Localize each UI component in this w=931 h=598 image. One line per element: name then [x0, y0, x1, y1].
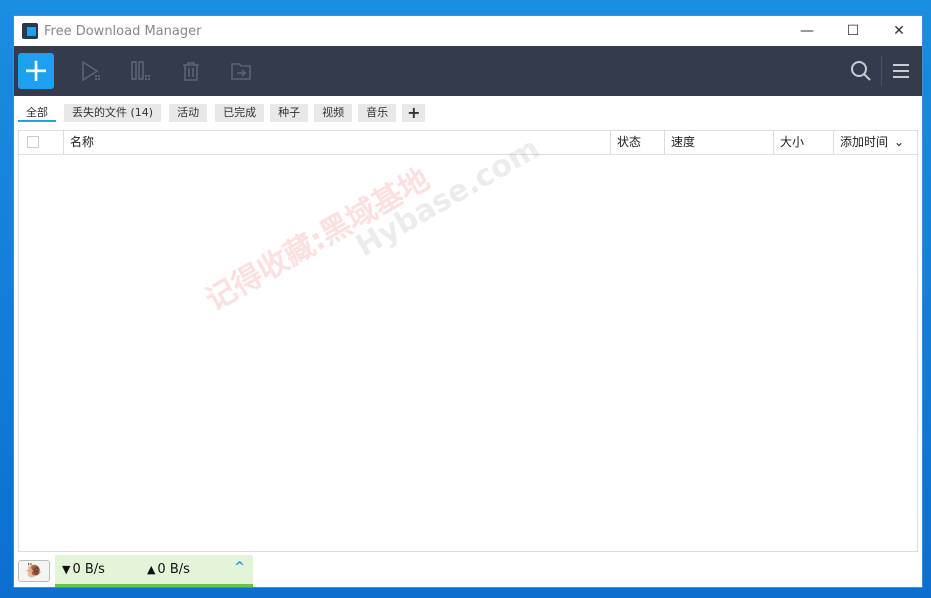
tab-completed[interactable]: 已完成 — [215, 104, 265, 122]
column-name[interactable]: 名称 — [64, 131, 611, 154]
column-speed[interactable]: 速度 — [665, 131, 774, 154]
upload-speed: 0 B/s — [157, 562, 190, 577]
move-folder-icon — [231, 63, 251, 80]
tab-video[interactable]: 视频 — [314, 104, 353, 122]
add-tab-button[interactable]: + — [402, 104, 426, 122]
add-download-button[interactable]: + — [18, 53, 54, 89]
tab-torrents[interactable]: 种子 — [270, 104, 309, 122]
speed-panel[interactable]: ▼ 0 B/s ▲ 0 B/s ^ — [55, 555, 253, 587]
app-window: Free Download Manager — ☐ ✕ + 全部 丢失的文件 (… — [13, 15, 923, 588]
maximize-button[interactable]: ☐ — [830, 16, 876, 46]
upload-arrow-icon: ▲ — [146, 563, 156, 576]
tab-music[interactable]: 音乐 — [358, 104, 397, 122]
toolbar: + — [14, 46, 922, 96]
pause-button[interactable] — [126, 56, 156, 86]
app-logo-icon — [22, 23, 38, 39]
close-button[interactable]: ✕ — [876, 16, 922, 46]
pause-icon — [131, 61, 150, 80]
select-all-cell — [19, 131, 64, 154]
play-icon — [82, 60, 100, 82]
resume-button[interactable] — [76, 56, 106, 86]
window-title: Free Download Manager — [44, 23, 202, 39]
search-icon — [851, 61, 871, 81]
tab-active[interactable]: 活动 — [169, 104, 208, 122]
table-header: 名称 状态 速度 大小 添加时间 ⌄ — [19, 131, 917, 155]
minimize-button[interactable]: — — [784, 16, 830, 46]
delete-button[interactable] — [176, 56, 206, 86]
menu-icon — [893, 64, 909, 78]
sort-chevron-icon: ⌄ — [894, 135, 905, 149]
snail-icon: 🐌 — [25, 563, 43, 579]
move-button[interactable] — [226, 56, 256, 86]
speed-limit-snail-button[interactable]: 🐌 — [18, 560, 50, 582]
tab-all[interactable]: 全部 — [18, 104, 56, 122]
column-size[interactable]: 大小 — [774, 131, 834, 154]
column-added-time[interactable]: 添加时间 ⌄ — [834, 131, 917, 154]
download-arrow-icon: ▼ — [62, 563, 71, 576]
download-speed: 0 B/s — [72, 562, 105, 577]
tab-missing-files[interactable]: 丢失的文件 (14) — [64, 104, 162, 122]
menu-button[interactable] — [886, 56, 916, 86]
column-status[interactable]: 状态 — [611, 131, 665, 154]
filter-tabs: 全部 丢失的文件 (14) 活动 已完成 种子 视频 音乐 + — [18, 104, 426, 122]
status-bar: 🐌 ▼ 0 B/s ▲ 0 B/s ^ — [14, 555, 922, 587]
select-all-checkbox[interactable] — [27, 136, 39, 148]
column-added-time-label: 添加时间 — [840, 135, 889, 149]
expand-chevron-up-icon[interactable]: ^ — [234, 560, 245, 575]
search-button[interactable] — [846, 56, 876, 86]
downloads-table: 名称 状态 速度 大小 添加时间 ⌄ — [18, 130, 918, 552]
title-bar: Free Download Manager — ☐ ✕ — [14, 16, 922, 46]
trash-icon — [183, 62, 199, 81]
toolbar-divider — [881, 56, 882, 86]
